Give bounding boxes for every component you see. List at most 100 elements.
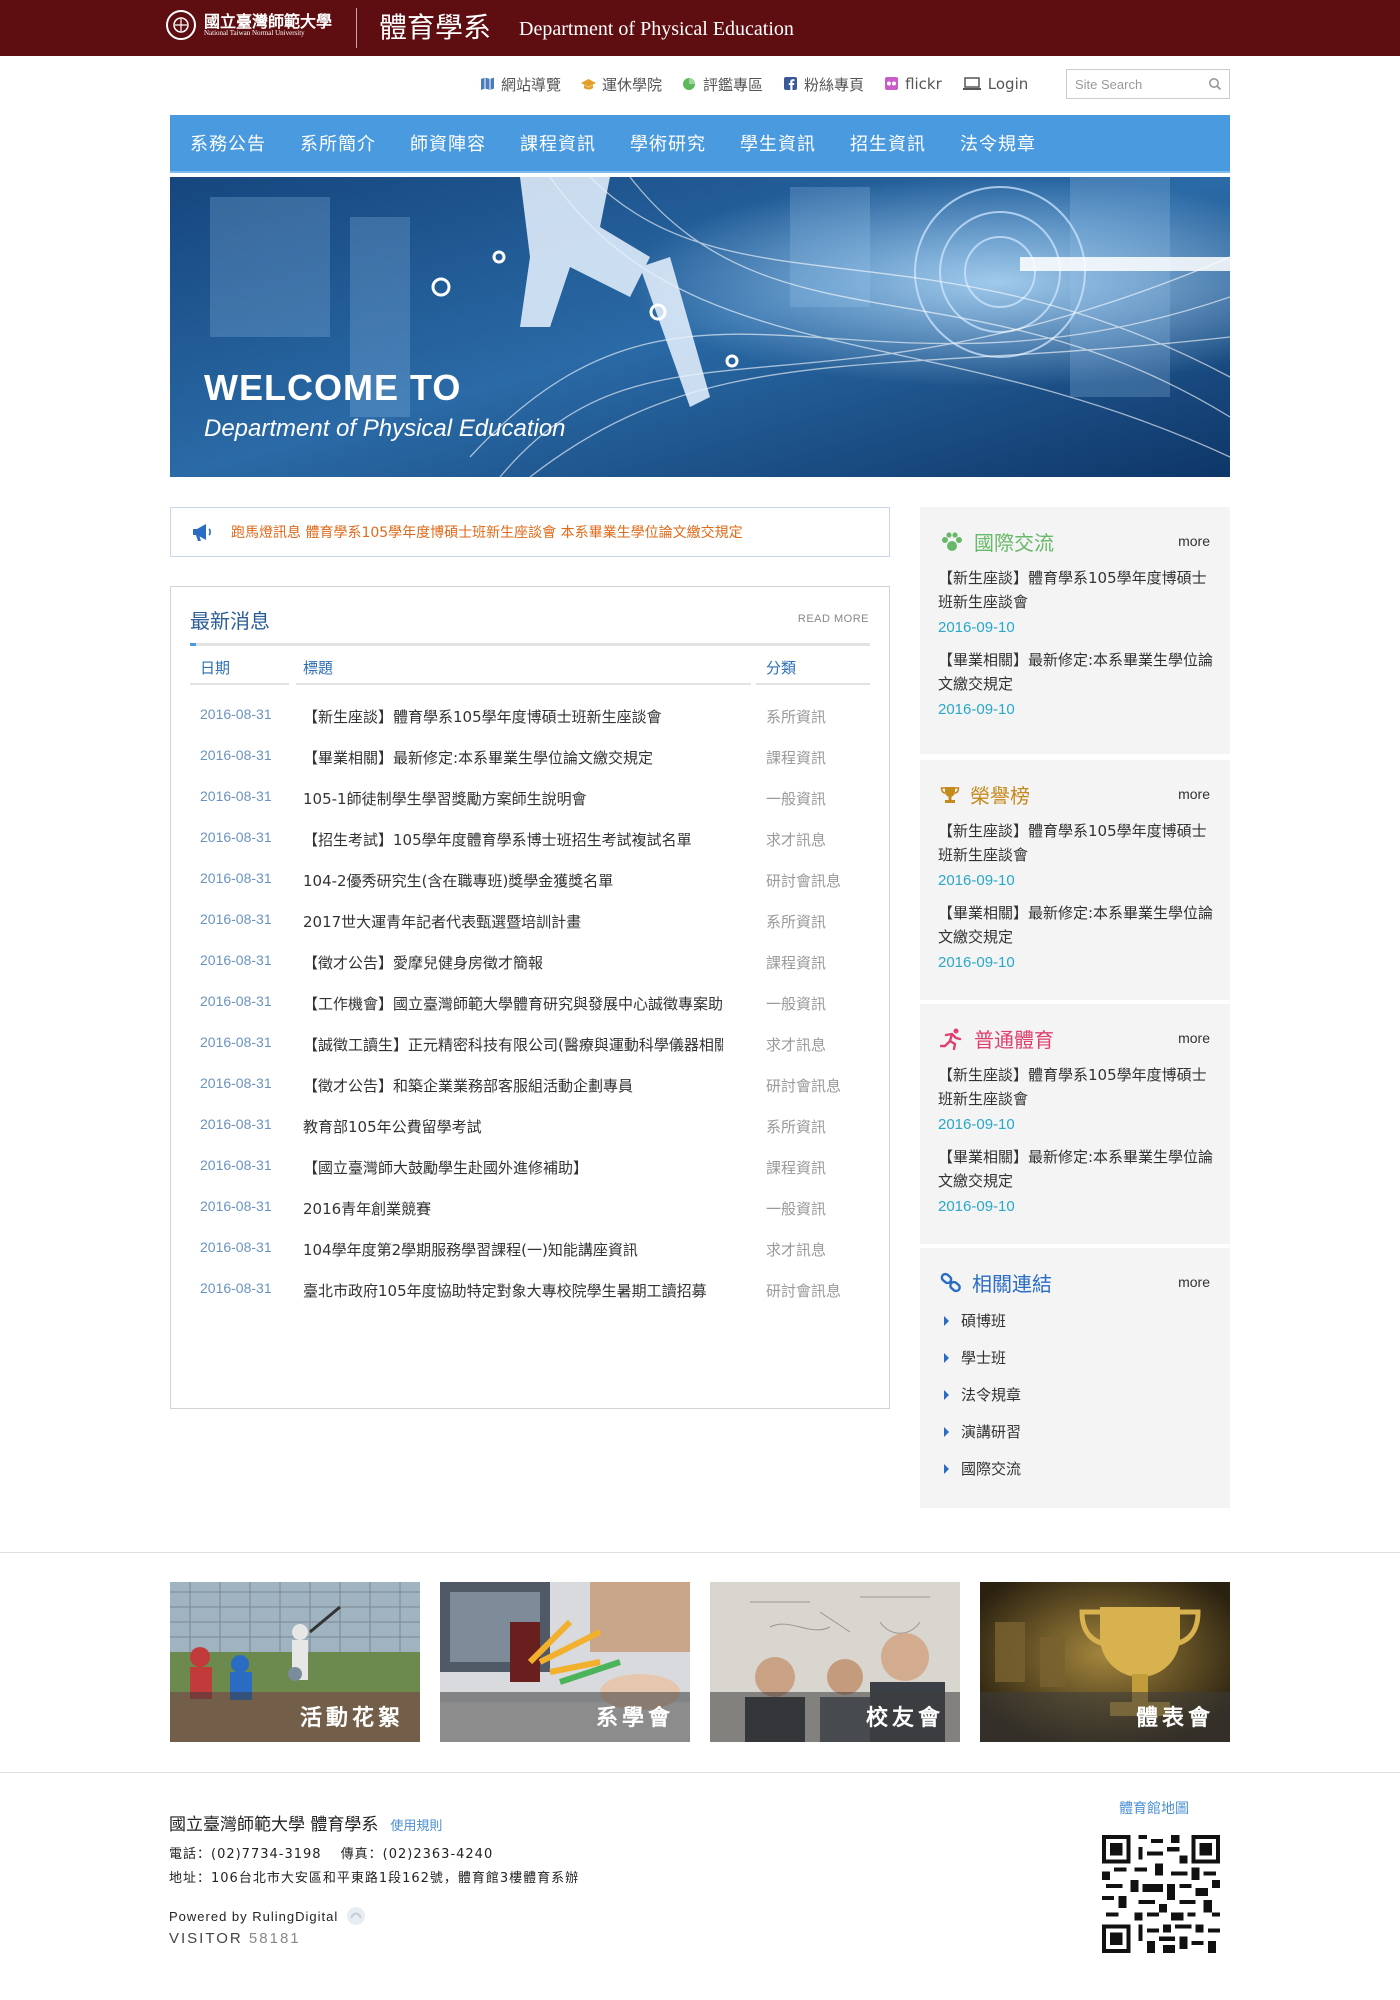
news-row[interactable]: 2016-08-31 【招生考試】105學年度體育學系博士班招生考試複試名單 求… (171, 820, 889, 861)
facebook-label: 粉絲專頁 (804, 75, 865, 94)
site-search-input[interactable] (1066, 69, 1230, 99)
news-title-link[interactable]: 臺北市政府105年度協助特定對象大專校院學生暑期工讀招募 (303, 1280, 723, 1301)
sidebar-panel-related-links: 相關連結 more 碩博班 學士班 法令規章 演講研習 國際交流 (920, 1248, 1230, 1508)
news-title-link[interactable]: 【招生考試】105學年度體育學系博士班招生考試複試名單 (303, 829, 723, 850)
department-name-cn[interactable]: 體育學系 (379, 9, 491, 47)
news-title-link[interactable]: 【國立臺灣師大鼓勵學生赴國外進修補助】 (303, 1157, 723, 1178)
news-row[interactable]: 2016-08-31 2017世大運青年記者代表甄選暨培訓計畫 系所資訊 (171, 902, 889, 943)
news-title-link[interactable]: 【新生座談】體育學系105學年度博碩士班新生座談會 (303, 706, 723, 727)
news-row[interactable]: 2016-08-31 教育部105年公費留學考試 系所資訊 (171, 1107, 889, 1148)
terms-link[interactable]: 使用規則 (390, 1815, 442, 1834)
news-title-link[interactable]: 104-2優秀研究生(含在職專班)獎學金獲獎名單 (303, 870, 723, 891)
visitor-counter: VISITOR 58181 (169, 1930, 301, 1947)
footer-phone: 電話：(02)7734-3198 傳真：(02)2363-4240 (169, 1847, 494, 1862)
news-title-link[interactable]: 【誠徵工讀生】正元精密科技有限公司(醫療與運動科學儀器相關) (303, 1034, 723, 1055)
nav-faculty[interactable]: 師資陣容 (410, 130, 486, 156)
university-logo[interactable]: 國立臺灣師範大學 National Taiwan Normal Universi… (166, 10, 332, 40)
news-row[interactable]: 2016-08-31 【畢業相關】最新修定:本系畢業生學位論文繳交規定 課程資訊 (171, 738, 889, 779)
nav-admissions[interactable]: 招生資訊 (850, 130, 926, 156)
ticker-text[interactable]: 跑馬燈訊息 體育學系105學年度博碩士班新生座談會 本系畢業生學位論文繳交規定 (231, 522, 743, 542)
news-title-link[interactable]: 【畢業相關】最新修定:本系畢業生學位論文繳交規定 (303, 747, 723, 768)
nav-announcements[interactable]: 系務公告 (190, 130, 266, 156)
panel-item-title[interactable]: 【畢業相關】最新修定:本系畢業生學位論文繳交規定 (938, 1145, 1218, 1193)
news-title-link[interactable]: 【工作機會】國立臺灣師範大學體育研究與發展中心誠徵專案助理 (303, 993, 723, 1014)
related-link[interactable]: 法令規章 (944, 1384, 1021, 1405)
facebook-link[interactable]: 粉絲專頁 (783, 74, 864, 95)
panel-item-title[interactable]: 【畢業相關】最新修定:本系畢業生學位論文繳交規定 (938, 648, 1218, 696)
news-row[interactable]: 2016-08-31 臺北市政府105年度協助特定對象大專校院學生暑期工讀招募 … (171, 1271, 889, 1312)
news-title-link[interactable]: 教育部105年公費留學考試 (303, 1116, 723, 1137)
panel-item[interactable]: 【畢業相關】最新修定:本系畢業生學位論文繳交規定 2016-09-10 (938, 1145, 1218, 1218)
flickr-link[interactable]: flickr (884, 75, 942, 93)
sitemap-link[interactable]: 網站導覽 (480, 74, 561, 95)
news-row[interactable]: 2016-08-31 【徵才公告】和築企業業務部客服組活動企劃專員 研討會訊息 (171, 1066, 889, 1107)
panel-more-link[interactable]: more (1178, 533, 1210, 549)
tile-label: 體表會 (1135, 1706, 1214, 1731)
nav-research[interactable]: 學術研究 (630, 130, 706, 156)
evaluation-link[interactable]: 評鑑專區 (682, 74, 763, 95)
news-category: 一般資訊 (766, 995, 827, 1013)
nav-students[interactable]: 學生資訊 (740, 130, 816, 156)
related-link[interactable]: 國際交流 (944, 1458, 1021, 1479)
nav-about[interactable]: 系所簡介 (300, 130, 376, 156)
marquee-ticker[interactable]: 跑馬燈訊息 體育學系105學年度博碩士班新生座談會 本系畢業生學位論文繳交規定 (170, 507, 890, 557)
news-title-link[interactable]: 104學年度第2學期服務學習課程(一)知能講座資訊 (303, 1239, 723, 1260)
panel-item-title[interactable]: 【新生座談】體育學系105學年度博碩士班新生座談會 (938, 819, 1218, 867)
news-title-link[interactable]: 【徵才公告】愛摩兒健身房徵才簡報 (303, 952, 723, 973)
panel-item[interactable]: 【新生座談】體育學系105學年度博碩士班新生座談會 2016-09-10 (938, 566, 1218, 639)
tile-alumni[interactable]: 校友會 (710, 1582, 960, 1742)
tile-student-association[interactable]: 系學會 (440, 1582, 690, 1742)
news-date: 2016-08-31 (200, 1239, 272, 1255)
panel-item[interactable]: 【畢業相關】最新修定:本系畢業生學位論文繳交規定 2016-09-10 (938, 901, 1218, 974)
tile-performance-team[interactable]: 體表會 (980, 1582, 1230, 1742)
link-icon (940, 1272, 961, 1292)
panel-more-link[interactable]: more (1178, 1030, 1210, 1046)
news-row[interactable]: 2016-08-31 【國立臺灣師大鼓勵學生赴國外進修補助】 課程資訊 (171, 1148, 889, 1189)
panel-item-title[interactable]: 【畢業相關】最新修定:本系畢業生學位論文繳交規定 (938, 901, 1218, 949)
news-category: 求才訊息 (766, 1241, 827, 1259)
news-row[interactable]: 2016-08-31 104-2優秀研究生(含在職專班)獎學金獲獎名單 研討會訊… (171, 861, 889, 902)
qr-code-icon[interactable] (1102, 1835, 1220, 1953)
panel-item-title[interactable]: 【新生座談】體育學系105學年度博碩士班新生座談會 (938, 1063, 1218, 1111)
nav-regulations[interactable]: 法令規章 (960, 130, 1036, 156)
college-link[interactable]: 運休學院 (581, 74, 662, 95)
department-name-en[interactable]: Department of Physical Education (519, 18, 794, 41)
news-row[interactable]: 2016-08-31 【工作機會】國立臺灣師範大學體育研究與發展中心誠徵專案助理… (171, 984, 889, 1025)
related-link[interactable]: 學士班 (944, 1347, 1006, 1368)
panel-item-date: 2016-09-10 (938, 954, 1015, 971)
tile-activities[interactable]: 活動花絮 (170, 1582, 420, 1742)
panel-more-link[interactable]: more (1178, 1274, 1210, 1290)
related-link[interactable]: 演講研習 (944, 1421, 1021, 1442)
news-row[interactable]: 2016-08-31 104學年度第2學期服務學習課程(一)知能講座資訊 求才訊… (171, 1230, 889, 1271)
news-row[interactable]: 2016-08-31 【誠徵工讀生】正元精密科技有限公司(醫療與運動科學儀器相關… (171, 1025, 889, 1066)
news-row[interactable]: 2016-08-31 105-1師徒制學生學習獎勵方案師生說明會 一般資訊 (171, 779, 889, 820)
nav-courses[interactable]: 課程資訊 (520, 130, 596, 156)
login-link[interactable]: Login (962, 75, 1028, 93)
news-category: 系所資訊 (766, 708, 827, 726)
megaphone-icon (193, 524, 211, 541)
panel-item[interactable]: 【新生座談】體育學系105學年度博碩士班新生座談會 2016-09-10 (938, 1063, 1218, 1136)
news-title-link[interactable]: 2016青年創業競賽 (303, 1198, 723, 1219)
panel-item-date: 2016-09-10 (938, 872, 1015, 889)
facebook-icon (784, 77, 798, 90)
related-link[interactable]: 碩博班 (944, 1310, 1006, 1331)
panel-item[interactable]: 【新生座談】體育學系105學年度博碩士班新生座談會 2016-09-10 (938, 819, 1218, 892)
news-category: 求才訊息 (766, 831, 827, 849)
search-icon[interactable] (1208, 77, 1222, 91)
news-title-link[interactable]: 105-1師徒制學生學習獎勵方案師生說明會 (303, 788, 723, 809)
panel-item-title[interactable]: 【新生座談】體育學系105學年度博碩士班新生座談會 (938, 566, 1218, 614)
news-row[interactable]: 2016-08-31 【徵才公告】愛摩兒健身房徵才簡報 課程資訊 (171, 943, 889, 984)
panel-item[interactable]: 【畢業相關】最新修定:本系畢業生學位論文繳交規定 2016-09-10 (938, 648, 1218, 721)
news-date: 2016-08-31 (200, 1157, 272, 1173)
footer-powered[interactable]: Powered by RulingDigital (169, 1906, 366, 1926)
gym-map-link[interactable]: 體育館地圖 (1119, 1798, 1189, 1818)
news-row[interactable]: 2016-08-31 2016青年創業競賽 一般資訊 (171, 1189, 889, 1230)
trophy-icon (940, 786, 960, 803)
news-title-link[interactable]: 2017世大運青年記者代表甄選暨培訓計畫 (303, 911, 723, 932)
news-read-more-link[interactable]: READ MORE (798, 613, 869, 625)
banner-heading: WELCOME TO (204, 367, 462, 408)
news-category: 系所資訊 (766, 913, 827, 931)
news-title-link[interactable]: 【徵才公告】和築企業業務部客服組活動企劃專員 (303, 1075, 723, 1096)
news-row[interactable]: 2016-08-31 【新生座談】體育學系105學年度博碩士班新生座談會 系所資… (171, 697, 889, 738)
panel-more-link[interactable]: more (1178, 786, 1210, 802)
